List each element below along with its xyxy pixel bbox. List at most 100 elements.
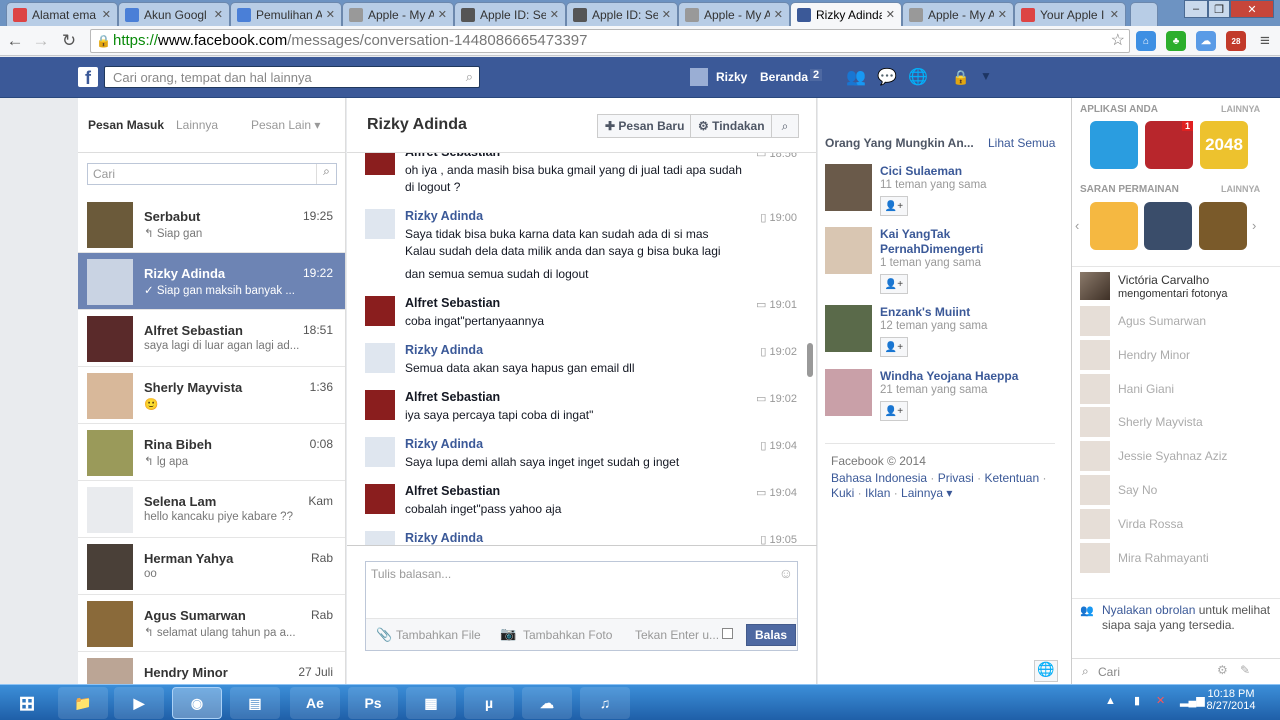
extension-icon[interactable]: ⌂ xyxy=(1136,31,1156,51)
extension-icon[interactable]: ♣ xyxy=(1166,31,1186,51)
facebook-logo-icon[interactable]: f xyxy=(78,67,98,88)
tray-clock[interactable]: 10:18 PM 8/27/2014 xyxy=(1206,688,1256,712)
app-icon[interactable] xyxy=(1090,121,1138,169)
tray-device-icon[interactable]: ▮ xyxy=(1134,694,1140,707)
conversation-item[interactable]: Hendry Minor 27 Juli xyxy=(78,652,345,684)
close-tab-icon[interactable]: ✕ xyxy=(214,8,223,21)
notepad-icon[interactable]: ▤ xyxy=(230,687,280,719)
chat-user-item[interactable]: Say No xyxy=(1080,475,1280,505)
thread-scrollbar[interactable] xyxy=(807,343,813,377)
search-icon[interactable]: ⌕ xyxy=(316,164,336,184)
avatar[interactable] xyxy=(825,305,872,352)
suggestion-name[interactable]: Windha Yeojana Haeppa xyxy=(880,369,1060,384)
browser-tab[interactable]: Apple - My A ✕ xyxy=(902,2,1014,26)
add-friend-button[interactable]: 👤+ xyxy=(880,337,908,357)
browser-tab[interactable]: Akun Googl ✕ xyxy=(118,2,230,26)
message-sender[interactable]: Rizky Adinda xyxy=(405,343,483,357)
footer-link[interactable]: Iklan xyxy=(865,486,890,500)
conversation-item[interactable]: Selena Lam Kam hello kancaku piye kabare ?… xyxy=(78,481,345,538)
compose-icon[interactable]: ✎ xyxy=(1240,663,1250,677)
close-tab-icon[interactable]: ✕ xyxy=(998,8,1007,21)
browser-tab[interactable]: Apple ID: Se ✕ xyxy=(454,2,566,26)
close-tab-icon[interactable]: ✕ xyxy=(438,8,447,21)
message-sender[interactable]: Alfret Sebastian xyxy=(405,484,500,498)
browser-tab[interactable]: Rizky Adinda ✕ xyxy=(790,2,902,26)
chevron-right-icon[interactable]: › xyxy=(1252,218,1256,233)
friend-requests-icon[interactable]: 👥 xyxy=(846,67,866,87)
new-tab-button[interactable] xyxy=(1130,2,1158,26)
utorrent-icon[interactable]: µ xyxy=(464,687,514,719)
ticker-name[interactable]: Victória Carvalho xyxy=(1118,273,1209,287)
conversation-item[interactable]: Rina Bibeh 0:08 ↰ lg apa xyxy=(78,424,345,481)
url-bar[interactable]: 🔒 https://www.facebook.com/messages/conv… xyxy=(90,29,1130,53)
media-player-icon[interactable]: ▶ xyxy=(114,687,164,719)
avatar[interactable] xyxy=(825,227,872,274)
chat-user-item[interactable]: Hendry Minor xyxy=(1080,339,1280,370)
suggestion-name[interactable]: Kai YangTak PernahDimengerti xyxy=(880,227,990,257)
conversation-item[interactable]: Alfret Sebastian 18:51 saya lagi di luar a… xyxy=(78,310,345,367)
avatar[interactable] xyxy=(825,369,872,416)
tab-inbox[interactable]: Pesan Masuk xyxy=(88,118,164,132)
chat-user-item[interactable]: Sherly Mayvista xyxy=(1080,407,1280,438)
reply-textarea[interactable]: Tulis balasan... xyxy=(371,567,451,581)
camera-icon[interactable]: 📷 xyxy=(500,626,516,642)
browser-tab[interactable]: Pemulihan A ✕ xyxy=(230,2,342,26)
messages-icon[interactable]: 💬 xyxy=(877,67,897,87)
home-link[interactable]: Beranda xyxy=(760,70,808,84)
close-window-button[interactable]: ✕ xyxy=(1230,0,1274,18)
privacy-lock-icon[interactable]: 🔒 xyxy=(952,69,969,86)
close-tab-icon[interactable]: ✕ xyxy=(886,8,895,21)
footer-link[interactable]: Ketentuan xyxy=(984,471,1039,485)
avatar[interactable] xyxy=(365,296,395,326)
back-arrow-icon[interactable]: ← xyxy=(4,30,26,52)
close-tab-icon[interactable]: ✕ xyxy=(774,8,783,21)
close-tab-icon[interactable]: ✕ xyxy=(102,8,111,21)
chat-user-item[interactable]: Hani Giani xyxy=(1080,373,1280,404)
footer-link[interactable]: Lainnya xyxy=(901,486,943,500)
message-sender[interactable]: Alfret Sebastian xyxy=(405,390,500,404)
game-thumbnail[interactable] xyxy=(1199,202,1247,250)
message-sender[interactable]: Rizky Adinda xyxy=(405,531,483,545)
chat-user-item[interactable]: Jessie Syahnaz Aziz xyxy=(1080,441,1280,472)
ticker-avatar[interactable] xyxy=(1080,272,1110,300)
chrome-icon[interactable]: ◉ xyxy=(172,687,222,719)
conversation-search-icon[interactable]: ⌕ xyxy=(771,114,799,138)
tray-network-icon[interactable]: ✕ xyxy=(1156,694,1165,707)
conversation-item[interactable]: Rizky Adinda 19:22 ✓ Siap gan maksih banya… xyxy=(78,253,345,310)
minimize-button[interactable]: – xyxy=(1184,0,1208,18)
avatar[interactable] xyxy=(365,437,395,467)
bookmark-star-icon[interactable]: ☆ xyxy=(1111,30,1125,52)
add-friend-button[interactable]: 👤+ xyxy=(880,401,908,421)
avatar[interactable] xyxy=(365,390,395,420)
games-more-link[interactable]: LAINNYA xyxy=(1221,184,1260,194)
enable-chat-link[interactable]: Nyalakan obrolan xyxy=(1102,603,1195,617)
forward-arrow-icon[interactable]: → xyxy=(30,30,52,52)
game-thumbnail[interactable] xyxy=(1144,202,1192,250)
message-sender[interactable]: Alfret Sebastian xyxy=(405,153,500,159)
tab-more[interactable]: Lainnya xyxy=(176,118,218,132)
attachment-icon[interactable]: 📎 xyxy=(376,627,392,643)
calculator-icon[interactable]: ▦ xyxy=(406,687,456,719)
tray-up-arrow-icon[interactable]: ▲ xyxy=(1105,695,1116,707)
reload-icon[interactable]: ↻ xyxy=(58,30,80,52)
add-file-link[interactable]: Tambahkan File xyxy=(396,628,481,642)
browser-tab[interactable]: Apple ID: Se ✕ xyxy=(566,2,678,26)
avatar[interactable] xyxy=(365,531,395,545)
adblock-icon[interactable]: 28 xyxy=(1226,31,1246,51)
cloud-extension-icon[interactable]: ☁ xyxy=(1196,31,1216,51)
close-tab-icon[interactable]: ✕ xyxy=(1110,8,1119,21)
avatar[interactable] xyxy=(365,209,395,239)
avatar[interactable] xyxy=(825,164,872,211)
avatar[interactable] xyxy=(365,484,395,514)
browser-tab[interactable]: Apple - My A ✕ xyxy=(342,2,454,26)
windows-start-icon[interactable]: ⊞ xyxy=(2,687,52,719)
close-tab-icon[interactable]: ✕ xyxy=(662,8,671,21)
tray-signal-icon[interactable]: ▂▄▆ xyxy=(1180,694,1205,707)
suggestion-name[interactable]: Cici Sulaeman xyxy=(880,164,1060,179)
account-menu-icon[interactable]: ▼ xyxy=(980,69,992,83)
file-explorer-icon[interactable]: 📁 xyxy=(58,687,108,719)
message-sender[interactable]: Alfret Sebastian xyxy=(405,296,500,310)
itunes-icon[interactable]: ♫ xyxy=(580,687,630,719)
avatar[interactable] xyxy=(365,153,395,175)
close-tab-icon[interactable]: ✕ xyxy=(326,8,335,21)
